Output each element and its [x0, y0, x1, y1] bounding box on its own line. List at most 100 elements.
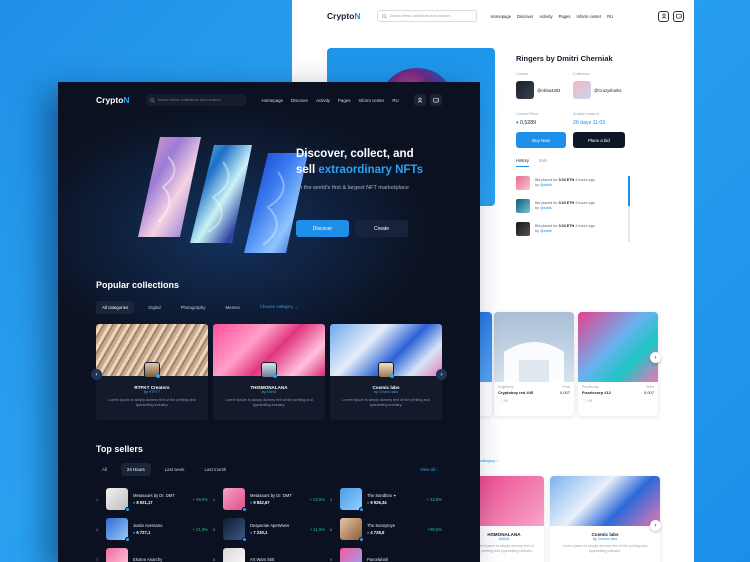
wallet-icon[interactable]: [430, 94, 442, 106]
history-user[interactable]: @arktk: [540, 229, 552, 233]
dark-menu-discover[interactable]: Discover: [291, 98, 308, 103]
light-menu-inform-center[interactable]: Inform center: [576, 14, 601, 19]
collection-card[interactable]: RTFKT Creators by RTFKT Lorem Ipsum is s…: [96, 324, 208, 420]
seller-name: Justin Aversano: [133, 523, 163, 528]
hero-title: Discover, collect, and sell extraordinar…: [296, 146, 446, 178]
history-scroll-thumb[interactable]: [628, 176, 630, 206]
seller-row[interactable]: 5 Desperate ApeWives ♦ 7 230,1 + 11,5%: [213, 518, 325, 542]
chip-all[interactable]: All: [96, 463, 113, 476]
nft-card[interactable]: Cryptoboy Price Cryptoboy red #45 0,007 ♡ …: [494, 312, 574, 416]
carousel-next-button[interactable]: ›: [650, 352, 661, 363]
light-menu-language[interactable]: RU: [607, 14, 613, 19]
carousel-next-button[interactable]: ›: [436, 369, 447, 380]
dark-menu-language[interactable]: RU: [392, 98, 398, 103]
seller-row[interactable]: 7 Ekotne Anarchy: [96, 548, 208, 562]
collection-avatar[interactable]: [573, 81, 591, 99]
hero-nft-art[interactable]: [138, 137, 308, 253]
nft-card-likes[interactable]: ♡ 99: [494, 395, 574, 403]
choose-category-dropdown[interactable]: Choose category ⌄: [254, 300, 304, 314]
seller-name: The Sandbox ✦: [367, 493, 397, 498]
dark-menu-homepage[interactable]: Homepage: [262, 98, 283, 103]
creator-name[interactable]: @nikita3283: [537, 88, 560, 93]
collection-card-by: by: [373, 390, 378, 394]
history-scrollbar[interactable]: [628, 176, 630, 242]
creator-label: Creator: [516, 72, 529, 76]
collection-card-user[interactable]: Cosmic labs: [598, 537, 618, 541]
chip-photography[interactable]: Photography: [175, 301, 212, 314]
auction-value: 26 days 11:05: [573, 120, 606, 126]
seller-row[interactable]: 2 Metasaurs by Dr. DMT ♦ 9 842,67 + 23,5%: [213, 488, 325, 512]
seller-row[interactable]: 6 The Sunnytoye ♦ 4 728,9 +90,5%: [330, 518, 442, 542]
create-button[interactable]: Create: [355, 220, 408, 237]
light-menu-activity[interactable]: Activity: [539, 14, 552, 19]
history-user[interactable]: @arktk: [540, 183, 552, 187]
light-logo[interactable]: CryptoN: [327, 11, 361, 21]
dark-search-input[interactable]: Search items collections and creators: [145, 94, 246, 106]
collection-card-user[interactable]: RTFKT: [149, 390, 161, 394]
light-menu-homepage[interactable]: Homepage: [491, 14, 512, 19]
nft-card-image: [494, 312, 574, 382]
user-icon[interactable]: [414, 94, 426, 106]
dark-logo[interactable]: CryptoN: [96, 95, 130, 105]
price-value: ♦ 0,5289: [516, 120, 536, 126]
view-all-link[interactable]: View all ›: [414, 463, 444, 476]
collection-card-image: [550, 476, 660, 526]
nft-card-price: 0,007: [559, 390, 570, 395]
history-item: Bid placed for 0.03 ETH 4 hours ago by @a…: [516, 222, 626, 236]
collection-card-user[interactable]: ANNA: [499, 537, 509, 541]
seller-avatar: [340, 518, 364, 542]
light-search-input[interactable]: Search items, collections and creators: [376, 10, 477, 22]
tab-history[interactable]: History: [516, 158, 530, 167]
carousel-prev-button[interactable]: ‹: [91, 369, 102, 380]
place-bid-button[interactable]: Place a bid: [573, 132, 625, 148]
light-menu-discover[interactable]: Discover: [517, 14, 533, 19]
seller-row[interactable]: 3 The Sandbox ✦ ♦ 9 926,34 + 33,8%: [330, 488, 442, 512]
dark-menu-inform-center[interactable]: Inform center: [358, 98, 384, 103]
verified-badge-icon: [359, 507, 364, 512]
chip-last-month[interactable]: Last month: [199, 463, 233, 476]
view-all-label: View all: [420, 467, 436, 472]
collection-card-user[interactable]: ANNA: [266, 390, 276, 394]
chip-memes[interactable]: Memes: [219, 301, 245, 314]
seller-change: + 11,5%: [309, 526, 325, 532]
seller-row[interactable]: 8 Art Wars 555: [213, 548, 325, 562]
creator-avatar[interactable]: [516, 81, 534, 99]
verified-badge-icon: [359, 537, 364, 542]
tab-bids[interactable]: Bids: [539, 158, 547, 167]
seller-avatar: [106, 488, 130, 512]
chip-last-week[interactable]: Last week: [159, 463, 191, 476]
hero-subtitle: on the world's first & largest NFT marke…: [296, 185, 409, 191]
seller-row[interactable]: 4 Justin Aversano ♦ 6 727,1 + 21,5%: [96, 518, 208, 542]
dark-menu-pages[interactable]: Pages: [338, 98, 350, 103]
seller-row[interactable]: 1 Metasaurs by Dr. DMT ♦ 8 921,17 + 49,5%: [96, 488, 208, 512]
collection-card[interactable]: Cosmic labs by Cosmic labs Lorem Ipsum i…: [550, 476, 660, 562]
nft-card[interactable]: Puzzlecorp Price Puzzlecorp #12 0,007 ♡ 99: [578, 312, 658, 416]
carousel-next-button[interactable]: ›: [650, 520, 661, 531]
choose-category-link[interactable]: category ›: [480, 458, 498, 463]
wallet-icon[interactable]: [673, 10, 684, 22]
seller-row[interactable]: 9 Parcelahah: [330, 548, 442, 562]
dark-menu-activity[interactable]: Activity: [316, 98, 330, 103]
collection-card-user[interactable]: Cosmic labs: [379, 390, 399, 394]
user-icon[interactable]: [658, 10, 669, 22]
nft-card-likes[interactable]: ♡ 99: [578, 395, 658, 403]
history-time: 4 hours ago: [575, 177, 595, 182]
history-user[interactable]: @arktk: [540, 206, 552, 210]
collection-card-desc: Lorem Ipsum is simply dummy text of the …: [562, 544, 648, 553]
chip-digital[interactable]: Digital: [142, 301, 166, 314]
buy-now-button[interactable]: Buy Now: [516, 132, 566, 148]
building-art: [504, 342, 564, 382]
collection-card[interactable]: Cosmic labs by Cosmic labs Lorem Ipsum i…: [330, 324, 442, 420]
seller-price: 6 727,1: [136, 530, 151, 535]
dark-icon-buttons: [414, 94, 442, 106]
chevron-right-icon: ›: [436, 467, 438, 472]
history-text: Bid placed for: [535, 223, 558, 228]
light-menu-pages[interactable]: Pages: [559, 14, 571, 19]
popular-collections-title: Popular collections: [96, 280, 180, 290]
collection-name[interactable]: @Crazysharks: [594, 88, 622, 93]
collection-card-desc: Lorem Ipsum is simply dummy text of the …: [108, 398, 196, 408]
chip-all-categories[interactable]: All categories: [96, 300, 135, 314]
discover-button[interactable]: Discover: [296, 220, 349, 237]
chip-24-hours[interactable]: 24 Hours: [120, 463, 151, 476]
collection-card[interactable]: THISMONALANA by ANNA Lorem Ipsum is simp…: [213, 324, 325, 420]
